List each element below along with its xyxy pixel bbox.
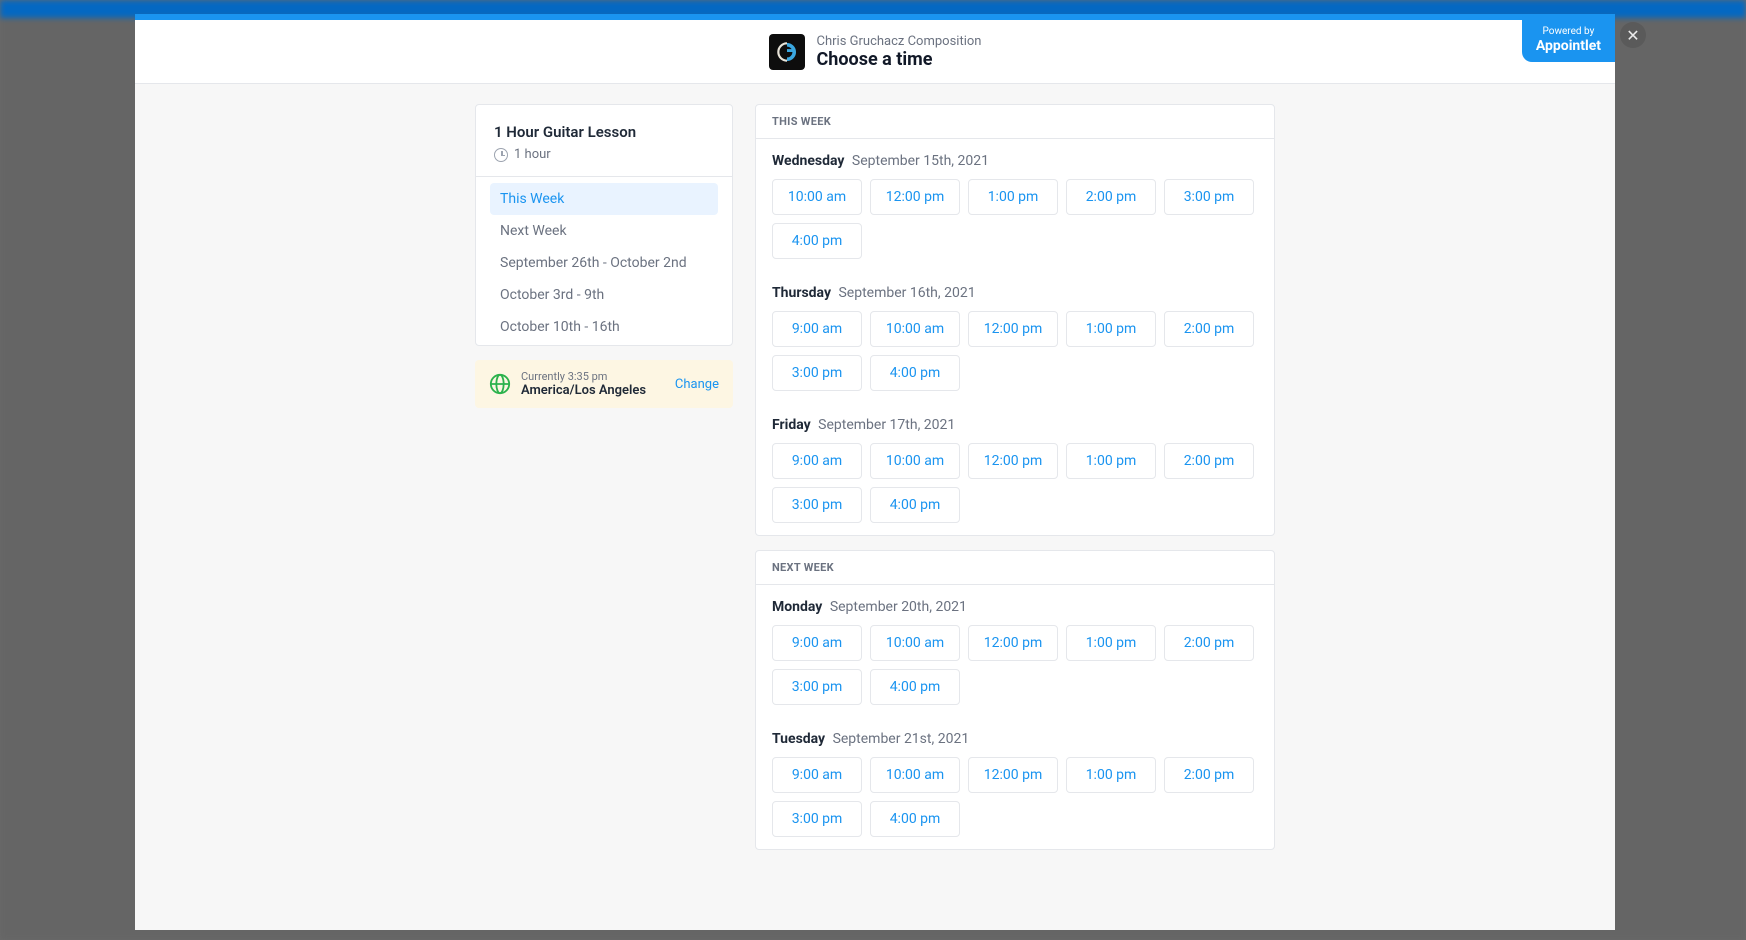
time-slot[interactable]: 12:00 pm — [968, 625, 1058, 661]
badge-powered: Powered by — [1536, 26, 1601, 38]
time-slot[interactable]: 10:00 am — [870, 757, 960, 793]
time-slot[interactable]: 4:00 pm — [870, 487, 960, 523]
week-item[interactable]: Next Week — [490, 215, 718, 247]
time-slot[interactable]: 1:00 pm — [1066, 757, 1156, 793]
header-subtitle: Chris Gruchacz Composition — [817, 34, 982, 49]
powered-by-badge[interactable]: Powered by Appointlet — [1522, 20, 1615, 62]
day-of-week: Wednesday — [772, 153, 844, 169]
day-heading: Thursday September 16th, 2021 — [772, 285, 1258, 301]
day-heading: Tuesday September 21st, 2021 — [772, 731, 1258, 747]
time-slot[interactable]: 10:00 am — [870, 311, 960, 347]
time-slot[interactable]: 12:00 pm — [870, 179, 960, 215]
time-slot[interactable]: 10:00 am — [870, 443, 960, 479]
time-slot[interactable]: 4:00 pm — [772, 223, 862, 259]
time-slot[interactable]: 12:00 pm — [968, 443, 1058, 479]
section-heading: THIS WEEK — [756, 105, 1274, 139]
section-heading: NEXT WEEK — [756, 551, 1274, 585]
time-slot[interactable]: 2:00 pm — [1066, 179, 1156, 215]
week-section: NEXT WEEK Monday September 20th, 2021 9:00… — [755, 550, 1275, 850]
day-of-week: Monday — [772, 599, 822, 615]
time-slot[interactable]: 2:00 pm — [1164, 625, 1254, 661]
day-block: Monday September 20th, 2021 9:00 am10:00 … — [756, 585, 1274, 717]
time-slot[interactable]: 1:00 pm — [1066, 625, 1156, 661]
day-date: September 20th, 2021 — [830, 599, 967, 615]
time-slot[interactable]: 2:00 pm — [1164, 443, 1254, 479]
timezone-name: America/Los Angeles — [521, 383, 665, 398]
time-slot[interactable]: 12:00 pm — [968, 757, 1058, 793]
week-item[interactable]: This Week — [490, 183, 718, 215]
brand-logo — [769, 34, 805, 70]
content-scroll[interactable]: 1 Hour Guitar Lesson 1 hour This WeekNex… — [135, 84, 1615, 930]
time-slot[interactable]: 10:00 am — [772, 179, 862, 215]
time-slot[interactable]: 2:00 pm — [1164, 311, 1254, 347]
day-date: September 16th, 2021 — [838, 285, 975, 301]
lesson-title: 1 Hour Guitar Lesson — [494, 123, 714, 141]
day-date: September 21st, 2021 — [833, 731, 970, 747]
day-heading: Friday September 17th, 2021 — [772, 417, 1258, 433]
slot-row: 9:00 am10:00 am12:00 pm1:00 pm2:00 pm 3:0… — [772, 757, 1258, 837]
time-slots-main: THIS WEEK Wednesday September 15th, 2021 1… — [755, 104, 1275, 930]
time-slot[interactable]: 3:00 pm — [772, 801, 862, 837]
time-slot[interactable]: 3:00 pm — [772, 355, 862, 391]
timezone-panel: Currently 3:35 pm America/Los Angeles Ch… — [475, 360, 733, 408]
time-slot[interactable]: 4:00 pm — [870, 355, 960, 391]
time-slot[interactable]: 1:00 pm — [1066, 311, 1156, 347]
slot-row: 9:00 am10:00 am12:00 pm1:00 pm2:00 pm 3:0… — [772, 625, 1258, 705]
time-slot[interactable]: 12:00 pm — [968, 311, 1058, 347]
day-heading: Wednesday September 15th, 2021 — [772, 153, 1258, 169]
time-slot[interactable]: 9:00 am — [772, 311, 862, 347]
slot-row: 9:00 am10:00 am12:00 pm1:00 pm2:00 pm 3:0… — [772, 311, 1258, 391]
day-block: Friday September 17th, 2021 9:00 am10:00 … — [756, 403, 1274, 535]
scheduler-modal: Chris Gruchacz Composition Choose a time… — [135, 20, 1615, 930]
time-slot[interactable]: 3:00 pm — [772, 487, 862, 523]
time-slot[interactable]: 3:00 pm — [772, 669, 862, 705]
accent-bar — [135, 14, 1615, 20]
week-item[interactable]: October 3rd - 9th — [490, 279, 718, 311]
week-section: THIS WEEK Wednesday September 15th, 2021 1… — [755, 104, 1275, 536]
time-slot[interactable]: 1:00 pm — [968, 179, 1058, 215]
slot-row: 10:00 am12:00 pm1:00 pm2:00 pm3:00 pm 4:0… — [772, 179, 1258, 259]
lesson-duration: 1 hour — [514, 147, 551, 162]
time-slot[interactable]: 9:00 am — [772, 443, 862, 479]
close-button[interactable]: ✕ — [1620, 22, 1646, 48]
day-of-week: Thursday — [772, 285, 831, 301]
time-slot[interactable]: 9:00 am — [772, 625, 862, 661]
day-block: Thursday September 16th, 2021 9:00 am10:0… — [756, 271, 1274, 403]
slot-row: 9:00 am10:00 am12:00 pm1:00 pm2:00 pm 3:0… — [772, 443, 1258, 523]
change-timezone-link[interactable]: Change — [675, 377, 719, 392]
modal-header: Chris Gruchacz Composition Choose a time — [135, 20, 1615, 84]
time-slot[interactable]: 2:00 pm — [1164, 757, 1254, 793]
week-item[interactable]: October 10th - 16th — [490, 311, 718, 343]
time-slot[interactable]: 10:00 am — [870, 625, 960, 661]
day-date: September 17th, 2021 — [818, 417, 955, 433]
day-heading: Monday September 20th, 2021 — [772, 599, 1258, 615]
close-icon: ✕ — [1626, 26, 1639, 45]
current-time: Currently 3:35 pm — [521, 370, 665, 383]
clock-icon — [494, 148, 508, 162]
day-date: September 15th, 2021 — [852, 153, 989, 169]
week-item[interactable]: September 26th - October 2nd — [490, 247, 718, 279]
time-slot[interactable]: 9:00 am — [772, 757, 862, 793]
time-slot[interactable]: 1:00 pm — [1066, 443, 1156, 479]
globe-icon — [489, 373, 511, 395]
time-slot[interactable]: 4:00 pm — [870, 801, 960, 837]
time-slot[interactable]: 3:00 pm — [1164, 179, 1254, 215]
time-slot[interactable]: 4:00 pm — [870, 669, 960, 705]
day-of-week: Tuesday — [772, 731, 825, 747]
badge-brand: Appointlet — [1536, 38, 1601, 54]
day-block: Tuesday September 21st, 2021 9:00 am10:00… — [756, 717, 1274, 849]
sidebar: 1 Hour Guitar Lesson 1 hour This WeekNex… — [475, 104, 733, 930]
day-block: Wednesday September 15th, 2021 10:00 am12… — [756, 139, 1274, 271]
header-title: Choose a time — [817, 49, 982, 70]
day-of-week: Friday — [772, 417, 811, 433]
week-list[interactable]: This WeekNext WeekSeptember 26th - Octob… — [476, 177, 732, 345]
